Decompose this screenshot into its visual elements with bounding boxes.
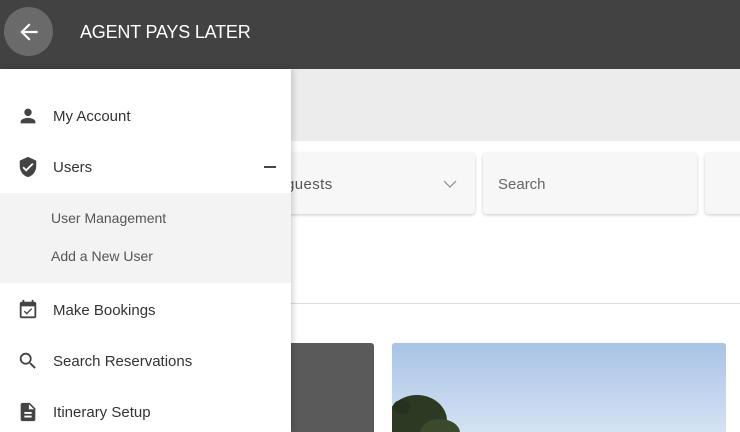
search-icon xyxy=(19,352,36,369)
nav-item-add-new-user[interactable]: Add a New User xyxy=(0,238,291,274)
arrow-left-icon xyxy=(19,22,38,41)
document-icon xyxy=(20,402,36,422)
nav-item-itinerary-setup[interactable]: Itinerary Setup xyxy=(0,389,291,432)
navigation-drawer: My Account Users User Management Add a N… xyxy=(0,69,291,432)
person-icon xyxy=(20,108,36,124)
nav-item-label: Make Bookings xyxy=(53,302,156,319)
users-submenu: User Management Add a New User xyxy=(0,193,291,283)
nav-item-users[interactable]: Users xyxy=(0,144,291,190)
sub-item-label: User Management xyxy=(51,210,167,226)
search-placeholder: Search xyxy=(498,176,546,193)
nav-item-user-management[interactable]: User Management xyxy=(0,200,291,236)
shield-check-icon xyxy=(19,156,37,178)
listing-card-image[interactable] xyxy=(392,343,726,432)
landscape-image xyxy=(392,343,726,432)
nav-item-make-bookings[interactable]: Make Bookings xyxy=(0,287,291,333)
chevron-down-icon xyxy=(443,180,457,188)
search-input[interactable]: Search xyxy=(483,153,697,214)
sub-item-label: Add a New User xyxy=(51,248,153,264)
nav-item-my-account[interactable]: My Account xyxy=(0,93,291,139)
app-bar: AGENT PAYS LATER xyxy=(0,0,740,69)
guests-value: guests xyxy=(286,176,333,193)
nav-item-search-reservations[interactable]: Search Reservations xyxy=(0,338,291,384)
minus-icon[interactable] xyxy=(264,166,276,168)
nav-item-label: Users xyxy=(53,159,93,176)
nav-item-label: Search Reservations xyxy=(53,353,193,370)
nav-item-label: My Account xyxy=(53,108,131,125)
calendar-check-icon xyxy=(19,299,37,319)
nav-item-label: Itinerary Setup xyxy=(53,404,151,421)
filter-field[interactable] xyxy=(705,153,740,214)
app-title: AGENT PAYS LATER xyxy=(80,22,251,42)
back-button[interactable] xyxy=(4,7,53,56)
